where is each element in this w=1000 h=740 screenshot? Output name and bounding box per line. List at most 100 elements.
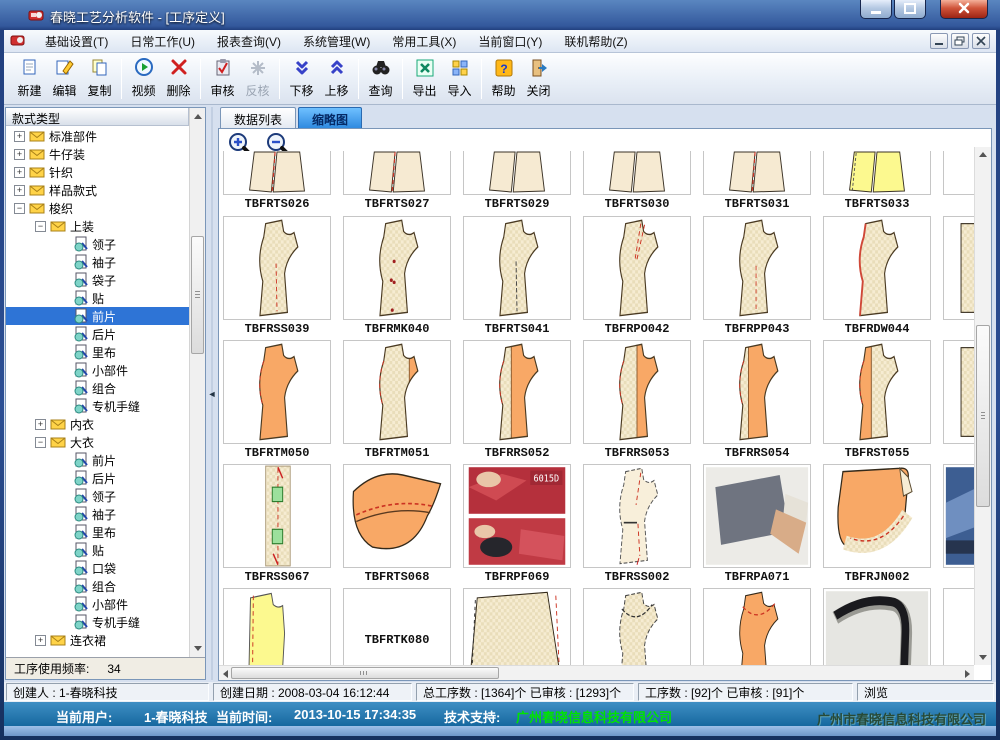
thumbnail-TBFRPP043[interactable] [703, 216, 811, 320]
thumbnail-TBFRTS033[interactable] [823, 151, 931, 195]
thumbnail-TBFRTS031[interactable] [703, 151, 811, 195]
toolbar-button-close-door[interactable]: 关闭 [521, 55, 556, 102]
toolbar-button-move-down[interactable]: 下移 [284, 55, 319, 102]
minimize-button[interactable] [860, 0, 892, 19]
tree-scrollbar-thumb[interactable] [191, 236, 204, 354]
tree-scroll-up-icon[interactable] [194, 114, 202, 119]
tree-item-里布[interactable]: 里布 [6, 523, 189, 541]
vertical-scrollbar-thumb[interactable] [976, 325, 990, 507]
menu-item-6[interactable]: 当前窗口(Y) [467, 32, 553, 52]
tree-item-前片[interactable]: 前片 [6, 307, 189, 325]
toolbar-button-search-binoculars[interactable]: 查询 [363, 55, 398, 102]
toolbar-button-delete[interactable]: 删除 [161, 55, 196, 102]
tree-scroll-down-icon[interactable] [194, 646, 202, 651]
mdi-restore-button[interactable] [951, 33, 969, 49]
tree-item-标准部件[interactable]: +标准部件 [6, 127, 189, 145]
tree-item-贴[interactable]: 贴 [6, 541, 189, 559]
toolbar-button-copy[interactable]: 复制 [82, 55, 117, 102]
tree-item-袖子[interactable]: 袖子 [6, 253, 189, 271]
collapse-box-icon[interactable]: − [35, 437, 46, 448]
menu-item-3[interactable]: 报表查询(V) [206, 32, 292, 52]
toolbar-button-move-up[interactable]: 上移 [319, 55, 354, 102]
close-button[interactable] [940, 0, 988, 19]
thumbnail-TBFRTS026[interactable] [223, 151, 331, 195]
tree-item-样品款式[interactable]: +样品款式 [6, 181, 189, 199]
tree-item-前片[interactable]: 前片 [6, 451, 189, 469]
tree-item-小部件[interactable]: 小部件 [6, 595, 189, 613]
expand-box-icon[interactable]: + [14, 149, 25, 160]
expand-box-icon[interactable]: + [14, 185, 25, 196]
tree-item-内衣[interactable]: +内衣 [6, 415, 189, 433]
thumbnail-TBFRMK040[interactable] [343, 216, 451, 320]
tree-item-领子[interactable]: 领子 [6, 235, 189, 253]
expand-box-icon[interactable]: + [14, 131, 25, 142]
collapse-box-icon[interactable]: − [14, 203, 25, 214]
thumbnail-TBFRSS067[interactable] [223, 464, 331, 568]
scroll-left-icon[interactable] [223, 670, 228, 678]
tree-item-口袋[interactable]: 口袋 [6, 559, 189, 577]
tree-item-专机手缝[interactable]: 专机手缝 [6, 613, 189, 631]
thumbnail-TBFRRS053[interactable] [583, 340, 691, 444]
tree-item-组合[interactable]: 组合 [6, 577, 189, 595]
tree-item-领子[interactable]: 领子 [6, 487, 189, 505]
thumbnail-TBFRTM050[interactable] [223, 340, 331, 444]
menu-item-1[interactable]: 基础设置(T) [34, 32, 119, 52]
menu-item-4[interactable]: 系统管理(W) [292, 32, 381, 52]
panel-splitter[interactable]: ◄ [206, 107, 218, 680]
expand-box-icon[interactable]: + [35, 635, 46, 646]
thumbnail-TBFRSS039[interactable] [223, 216, 331, 320]
tree-item-组合[interactable]: 组合 [6, 379, 189, 397]
thumbnail-TBFRTM051[interactable] [343, 340, 451, 444]
thumbnail-TBFRTS041[interactable] [463, 216, 571, 320]
vertical-scrollbar[interactable] [974, 147, 991, 665]
toolbar-button-edit[interactable]: 编辑 [47, 55, 82, 102]
toolbar-button-import-grid[interactable]: 导入 [442, 55, 477, 102]
mdi-minimize-button[interactable] [930, 33, 948, 49]
tree-item-袋子[interactable]: 袋子 [6, 271, 189, 289]
collapse-box-icon[interactable]: − [35, 221, 46, 232]
toolbar-button-new-doc[interactable]: 新建 [12, 55, 47, 102]
thumbnail-TBFRRS052[interactable] [463, 340, 571, 444]
tree-item-袖子[interactable]: 袖子 [6, 505, 189, 523]
scroll-right-icon[interactable] [965, 670, 970, 678]
expand-box-icon[interactable]: + [14, 167, 25, 178]
thumbnail-TBFRPF069[interactable]: 6015D [463, 464, 571, 568]
tree-item-上装[interactable]: −上装 [6, 217, 189, 235]
tab-数据列表[interactable]: 数据列表 [220, 107, 296, 128]
tree-item-小部件[interactable]: 小部件 [6, 361, 189, 379]
thumbnail-TBFRSS002[interactable] [583, 464, 691, 568]
toolbar-button-export-excel[interactable]: 导出 [407, 55, 442, 102]
tree-item-梭织[interactable]: −梭织 [6, 199, 189, 217]
scroll-down-icon[interactable] [979, 655, 987, 660]
toolbar-button-unaudit[interactable]: 反核 [240, 55, 275, 102]
tree-item-后片[interactable]: 后片 [6, 325, 189, 343]
thumbnail-TBFRTS068[interactable] [343, 464, 451, 568]
thumbnail-TBFRDW044[interactable] [823, 216, 931, 320]
tree-item-后片[interactable]: 后片 [6, 469, 189, 487]
thumbnail-TBFRPO042[interactable] [583, 216, 691, 320]
tree-item-里布[interactable]: 里布 [6, 343, 189, 361]
scroll-up-icon[interactable] [979, 152, 987, 157]
menu-item-2[interactable]: 日常工作(U) [119, 32, 206, 52]
horizontal-scrollbar[interactable] [219, 665, 974, 680]
toolbar-button-audit-check[interactable]: 审核 [205, 55, 240, 102]
toolbar-button-video[interactable]: 视频 [126, 55, 161, 102]
thumbnail-TBFRRS054[interactable] [703, 340, 811, 444]
tab-缩略图[interactable]: 缩略图 [298, 107, 362, 128]
menu-item-7[interactable]: 联机帮助(Z) [553, 32, 638, 52]
toolbar-button-help[interactable]: ?帮助 [486, 55, 521, 102]
menu-item-5[interactable]: 常用工具(X) [381, 32, 467, 52]
expand-box-icon[interactable]: + [35, 419, 46, 430]
tree-item-针织[interactable]: +针织 [6, 163, 189, 181]
tree-item-贴[interactable]: 贴 [6, 289, 189, 307]
tree-item-牛仔装[interactable]: +牛仔装 [6, 145, 189, 163]
mdi-close-button[interactable] [972, 33, 990, 49]
thumbnail-TBFRST055[interactable] [823, 340, 931, 444]
thumbnail-TBFRTS030[interactable] [583, 151, 691, 195]
thumbnail-TBFRJN002[interactable] [823, 464, 931, 568]
tree-item-大衣[interactable]: −大衣 [6, 433, 189, 451]
thumbnail-TBFRPA071[interactable] [703, 464, 811, 568]
tree-scrollbar[interactable] [189, 108, 205, 657]
tree-item-专机手缝[interactable]: 专机手缝 [6, 397, 189, 415]
maximize-button[interactable] [894, 0, 926, 19]
